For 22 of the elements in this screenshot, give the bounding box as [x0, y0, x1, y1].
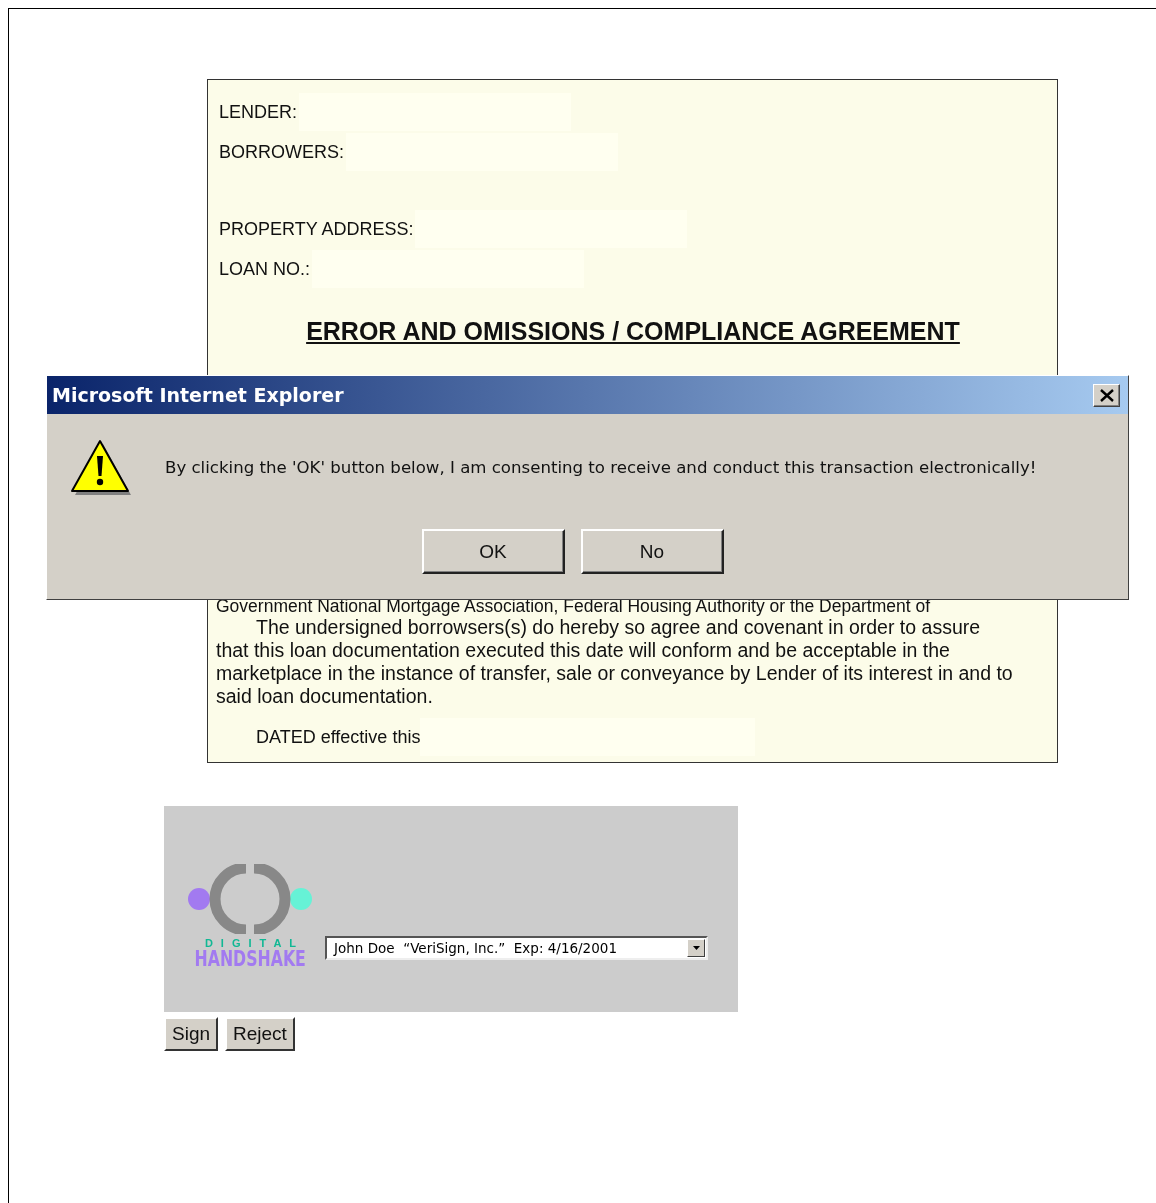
field-label: PROPERTY ADDRESS:	[219, 218, 414, 240]
body-text: Government National Mortgage Association, Federal Housing Authority or the Department of	[216, 596, 931, 616]
field-label: BORROWERS:	[219, 141, 344, 163]
dated-label: DATED effective this	[256, 726, 421, 748]
close-icon	[1099, 388, 1114, 402]
warning-icon	[69, 438, 131, 496]
agreement-paragraph: The undersigned borrowsers(s) do hereby so agree and covenant in order to assure that this loan documentation executed this date will conform and be acceptable in the marketplace in the instance of transfer, sale or conveyance by Lender of its interest in and to said loan documentation.	[216, 616, 1014, 708]
dialog-title: Microsoft Internet Explorer	[52, 384, 344, 406]
agreement-title: ERROR AND OMISSIONS / COMPLIANCE AGREEMENT	[306, 317, 960, 345]
logo-text: DIGITAL	[203, 938, 305, 948]
reject-button[interactable]: Reject	[225, 1017, 295, 1051]
ok-button[interactable]: OK	[421, 529, 565, 574]
logo-text: HANDSHAKE	[194, 948, 306, 970]
field-label: LOAN NO.:	[219, 258, 311, 280]
sign-button[interactable]: Sign	[164, 1017, 219, 1051]
caret-icon	[692, 946, 700, 950]
field-label: LENDER:	[219, 101, 298, 123]
certificate-dropdown[interactable]: John Doe “VeriSign, Inc.” Exp: 4/16/2001	[325, 936, 708, 960]
handshake-logo-icon	[187, 864, 313, 934]
close-button[interactable]	[1093, 383, 1120, 407]
dialog-message: By clicking the 'OK' button below, I am consenting to receive and conduct this transaction electronically!	[165, 457, 1037, 477]
no-button[interactable]: No	[580, 529, 724, 574]
